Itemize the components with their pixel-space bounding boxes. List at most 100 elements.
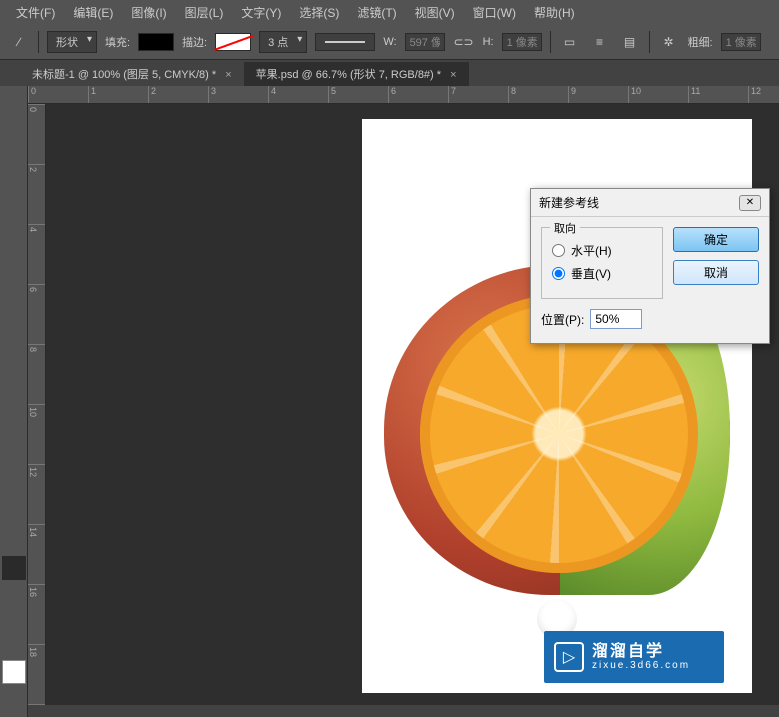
menu-help[interactable]: 帮助(H) — [526, 1, 583, 24]
tool-slot[interactable] — [2, 88, 26, 112]
tool-chevron-icon[interactable]: ∕ — [8, 31, 30, 53]
close-icon[interactable]: × — [450, 69, 456, 81]
tool-slot[interactable] — [2, 296, 26, 320]
ruler-horizontal[interactable]: 0 1 2 3 4 5 6 7 8 9 10 11 12 — [28, 86, 779, 104]
height-input[interactable] — [502, 33, 542, 51]
menu-window[interactable]: 窗口(W) — [465, 1, 524, 24]
divider — [550, 31, 551, 53]
ruler-tick: 6 — [28, 284, 45, 344]
cancel-button[interactable]: 取消 — [673, 260, 759, 285]
radio-vertical-label: 垂直(V) — [571, 265, 611, 282]
tool-slot[interactable] — [2, 348, 26, 372]
tool-slot[interactable] — [2, 504, 26, 528]
tool-slot[interactable] — [2, 192, 26, 216]
ruler-tick: 8 — [28, 344, 45, 404]
watermark-text: 溜溜自学 zixue.3d66.com — [592, 643, 690, 672]
weight-label: 粗细: — [688, 34, 713, 50]
menu-edit[interactable]: 编辑(E) — [65, 1, 121, 24]
watermark-title: 溜溜自学 — [592, 643, 690, 661]
tool-slot[interactable] — [2, 322, 26, 346]
ruler-tick: 4 — [268, 86, 328, 103]
tool-strip — [0, 86, 28, 717]
dialog-buttons: 确定 取消 — [673, 227, 759, 329]
fill-label: 填充: — [105, 34, 130, 50]
tool-slot[interactable] — [2, 374, 26, 398]
ruler-tick: 2 — [148, 86, 208, 103]
stroke-width-dropdown[interactable]: 3 点 — [259, 31, 307, 53]
tool-slot[interactable] — [2, 140, 26, 164]
path-arrange-icon[interactable]: ▤ — [619, 31, 641, 53]
dialog-titlebar[interactable]: 新建参考线 ✕ — [531, 189, 769, 217]
stroke-style-dropdown[interactable] — [315, 33, 375, 51]
ruler-tick: 4 — [28, 224, 45, 284]
tool-slot[interactable] — [2, 400, 26, 424]
tool-slot[interactable] — [2, 218, 26, 242]
radio-vertical-input[interactable] — [552, 267, 565, 280]
ruler-tick: 14 — [28, 524, 45, 584]
tool-slot[interactable] — [2, 608, 26, 632]
path-align-icon[interactable]: ≡ — [589, 31, 611, 53]
tool-slot[interactable] — [2, 634, 26, 658]
close-icon[interactable]: ✕ — [739, 195, 761, 211]
tab-untitled-1[interactable]: 未标题-1 @ 100% (图层 5, CMYK/8) * × — [20, 62, 244, 86]
shape-mode-dropdown[interactable]: 形状 — [47, 31, 97, 53]
dialog-body: 取向 水平(H) 垂直(V) 位置(P): 确定 取消 — [531, 217, 769, 343]
status-bar — [28, 705, 779, 717]
menu-type[interactable]: 文字(Y) — [233, 1, 289, 24]
tab-apple-psd[interactable]: 苹果.psd @ 66.7% (形状 7, RGB/8#) * × — [244, 62, 469, 86]
tab-label: 苹果.psd @ 66.7% (形状 7, RGB/8#) * — [256, 69, 441, 81]
tool-slot[interactable] — [2, 114, 26, 138]
ruler-tick: 16 — [28, 584, 45, 644]
watermark-badge: ▷ 溜溜自学 zixue.3d66.com — [544, 631, 724, 683]
weight-input[interactable] — [721, 33, 761, 51]
menu-image[interactable]: 图像(I) — [123, 1, 174, 24]
radio-vertical[interactable]: 垂直(V) — [552, 265, 652, 282]
ruler-tick: 2 — [28, 164, 45, 224]
ruler-tick: 8 — [508, 86, 568, 103]
tool-slot[interactable] — [2, 244, 26, 268]
ruler-tick: 10 — [28, 404, 45, 464]
ruler-tick: 18 — [28, 644, 45, 704]
close-icon[interactable]: × — [225, 69, 231, 81]
ruler-vertical[interactable]: 0 2 4 6 8 10 12 14 16 18 20 — [28, 104, 46, 717]
fill-swatch[interactable] — [138, 33, 174, 51]
tool-slot[interactable] — [2, 452, 26, 476]
foreground-color-swatch[interactable] — [2, 660, 26, 684]
tool-slot[interactable] — [2, 426, 26, 450]
radio-horizontal[interactable]: 水平(H) — [552, 242, 652, 259]
tool-slot[interactable] — [2, 270, 26, 294]
tool-slot-active[interactable] — [2, 556, 26, 580]
tool-slot[interactable] — [2, 166, 26, 190]
gear-icon[interactable]: ✲ — [658, 31, 680, 53]
tool-slot[interactable] — [2, 582, 26, 606]
menu-layer[interactable]: 图层(L) — [177, 1, 232, 24]
stroke-swatch[interactable] — [215, 33, 251, 51]
ruler-tick: 1 — [88, 86, 148, 103]
link-wh-icon[interactable]: ⊂⊃ — [453, 31, 475, 53]
ruler-tick: 5 — [328, 86, 388, 103]
ruler-tick: 3 — [208, 86, 268, 103]
width-input[interactable] — [405, 33, 445, 51]
ruler-tick: 7 — [448, 86, 508, 103]
menu-bar: 文件(F) 编辑(E) 图像(I) 图层(L) 文字(Y) 选择(S) 滤镜(T… — [0, 0, 779, 24]
ok-button[interactable]: 确定 — [673, 227, 759, 252]
new-guide-dialog: 新建参考线 ✕ 取向 水平(H) 垂直(V) 位置(P): 确定 — [530, 188, 770, 344]
position-input[interactable] — [590, 309, 642, 329]
dialog-title-text: 新建参考线 — [539, 194, 599, 211]
tab-label: 未标题-1 @ 100% (图层 5, CMYK/8) * — [32, 69, 216, 81]
ruler-tick: 9 — [568, 86, 628, 103]
menu-view[interactable]: 视图(V) — [407, 1, 463, 24]
orientation-legend: 取向 — [550, 220, 580, 236]
tool-slot[interactable] — [2, 478, 26, 502]
menu-file[interactable]: 文件(F) — [8, 1, 63, 24]
options-bar: ∕ 形状 填充: 描边: 3 点 W: ⊂⊃ H: ▭ ≡ ▤ ✲ 粗细: — [0, 24, 779, 60]
menu-filter[interactable]: 滤镜(T) — [349, 1, 404, 24]
ruler-tick: 0 — [28, 104, 45, 164]
tool-slot[interactable] — [2, 530, 26, 554]
radio-horizontal-input[interactable] — [552, 244, 565, 257]
path-op-icon[interactable]: ▭ — [559, 31, 581, 53]
document-tabs: 未标题-1 @ 100% (图层 5, CMYK/8) * × 苹果.psd @… — [0, 60, 779, 86]
ruler-tick: 0 — [28, 86, 88, 103]
menu-select[interactable]: 选择(S) — [291, 1, 347, 24]
orientation-fieldset: 取向 水平(H) 垂直(V) — [541, 227, 663, 299]
